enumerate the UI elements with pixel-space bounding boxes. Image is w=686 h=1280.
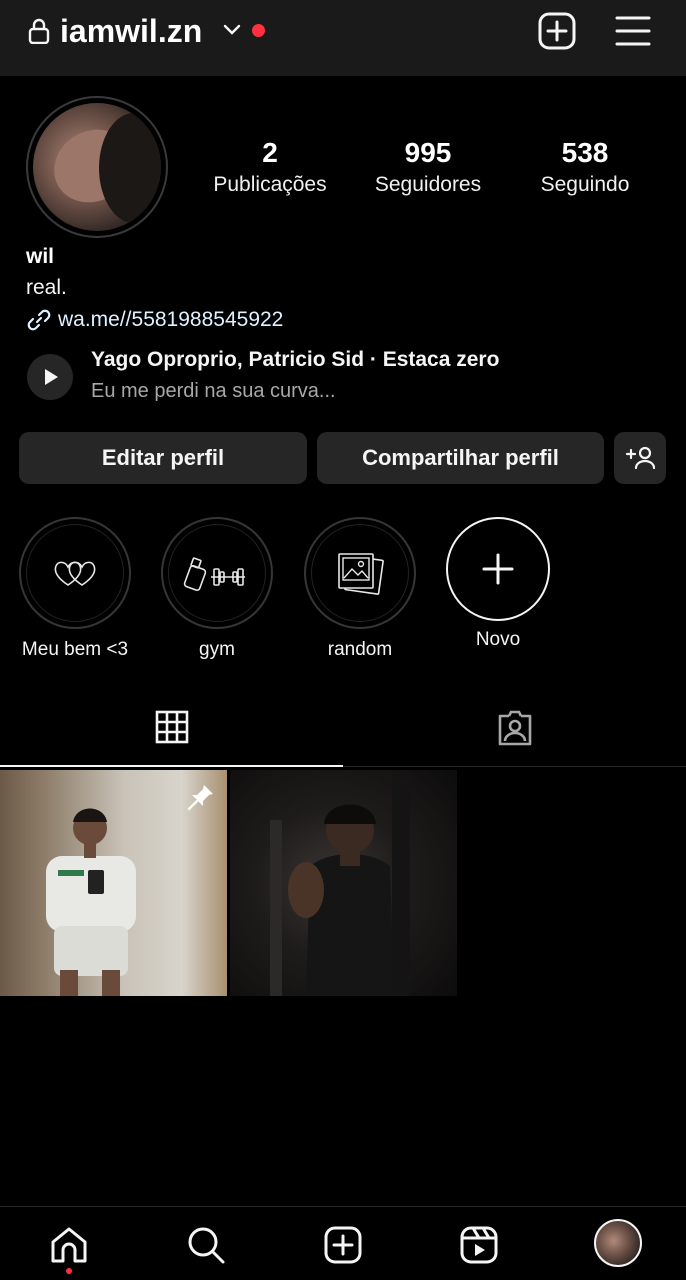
top-bar: iamwil.zn: [0, 0, 686, 76]
post-photo: [46, 808, 136, 996]
profile-avatar[interactable]: [33, 103, 161, 231]
discover-people-button[interactable]: [614, 432, 666, 484]
highlight-label: gym: [199, 639, 235, 660]
highlight-item[interactable]: random: [304, 517, 416, 661]
stat-following-value: 538: [561, 137, 609, 168]
plus-icon: [482, 553, 514, 585]
highlight-cover: [304, 517, 416, 629]
highlight-item[interactable]: gym: [161, 517, 273, 661]
chevron-down-icon[interactable]: [222, 22, 242, 38]
stat-following-label: Seguindo: [540, 173, 630, 196]
search-icon: [188, 1227, 225, 1264]
stat-posts-label: Publicações: [213, 173, 327, 196]
highlight-cover: [161, 517, 273, 629]
dumbbell-icon: [183, 557, 245, 592]
nav-home[interactable]: [49, 1225, 89, 1265]
share-profile-button[interactable]: Compartilhar perfil: [317, 432, 604, 484]
photos-icon: [338, 553, 384, 595]
stat-posts-value: 2: [262, 137, 278, 168]
home-activity-dot: [66, 1268, 72, 1274]
stat-following[interactable]: 538 Seguindo: [526, 136, 644, 200]
nav-reels[interactable]: [459, 1225, 499, 1265]
profile-name: wil: [26, 245, 55, 268]
nav-profile-avatar[interactable]: [594, 1219, 642, 1267]
hearts-icon: [54, 561, 96, 586]
profile-link-text[interactable]: wa.me//5581988545922: [58, 308, 283, 332]
new-post-icon[interactable]: [537, 11, 577, 51]
highlight-label: Novo: [475, 629, 521, 650]
menu-icon[interactable]: [614, 13, 652, 49]
grid-icon: [155, 710, 189, 744]
bottom-navigation: [0, 1206, 686, 1280]
stat-followers[interactable]: 995 Seguidores: [362, 136, 494, 200]
nav-search[interactable]: [186, 1225, 226, 1265]
account-username[interactable]: iamwil.zn: [60, 10, 202, 52]
highlight-label: Meu bem <3: [21, 639, 129, 660]
profile-bio: real.: [26, 276, 67, 299]
stat-followers-value: 995: [404, 137, 452, 168]
play-icon: [45, 369, 58, 385]
music-subtitle: Eu me perdi na sua curva...: [91, 380, 336, 402]
post-thumbnail[interactable]: [230, 770, 457, 996]
stat-followers-label: Seguidores: [374, 173, 482, 196]
edit-profile-button[interactable]: Editar perfil: [19, 432, 307, 484]
notification-dot: [252, 24, 265, 37]
new-highlight-button[interactable]: Novo: [446, 517, 550, 651]
new-highlight-ring: [446, 517, 550, 621]
tab-grid[interactable]: [0, 690, 343, 767]
nav-create[interactable]: [323, 1225, 363, 1265]
music-title[interactable]: Yago Oproprio, Patricio Sid · Estaca zer…: [91, 348, 499, 372]
highlight-item[interactable]: Meu bem <3: [18, 517, 132, 661]
tagged-person-icon: [498, 710, 532, 746]
home-icon: [51, 1227, 87, 1263]
tab-tagged[interactable]: [343, 690, 686, 767]
link-icon: [27, 309, 51, 331]
lock-icon: [28, 18, 50, 44]
add-person-icon: [625, 446, 655, 470]
profile-tabs: [0, 690, 686, 767]
profile-link[interactable]: wa.me//5581988545922: [26, 307, 283, 333]
reels-icon: [460, 1226, 498, 1264]
post-photo: [270, 780, 410, 996]
pin-icon: [187, 785, 213, 811]
music-play-button[interactable]: [27, 354, 73, 400]
create-icon: [324, 1226, 362, 1264]
highlight-label: random: [327, 639, 393, 660]
stat-posts[interactable]: 2 Publicações: [206, 136, 334, 200]
post-thumbnail[interactable]: [0, 770, 227, 996]
highlight-cover: [19, 517, 131, 629]
